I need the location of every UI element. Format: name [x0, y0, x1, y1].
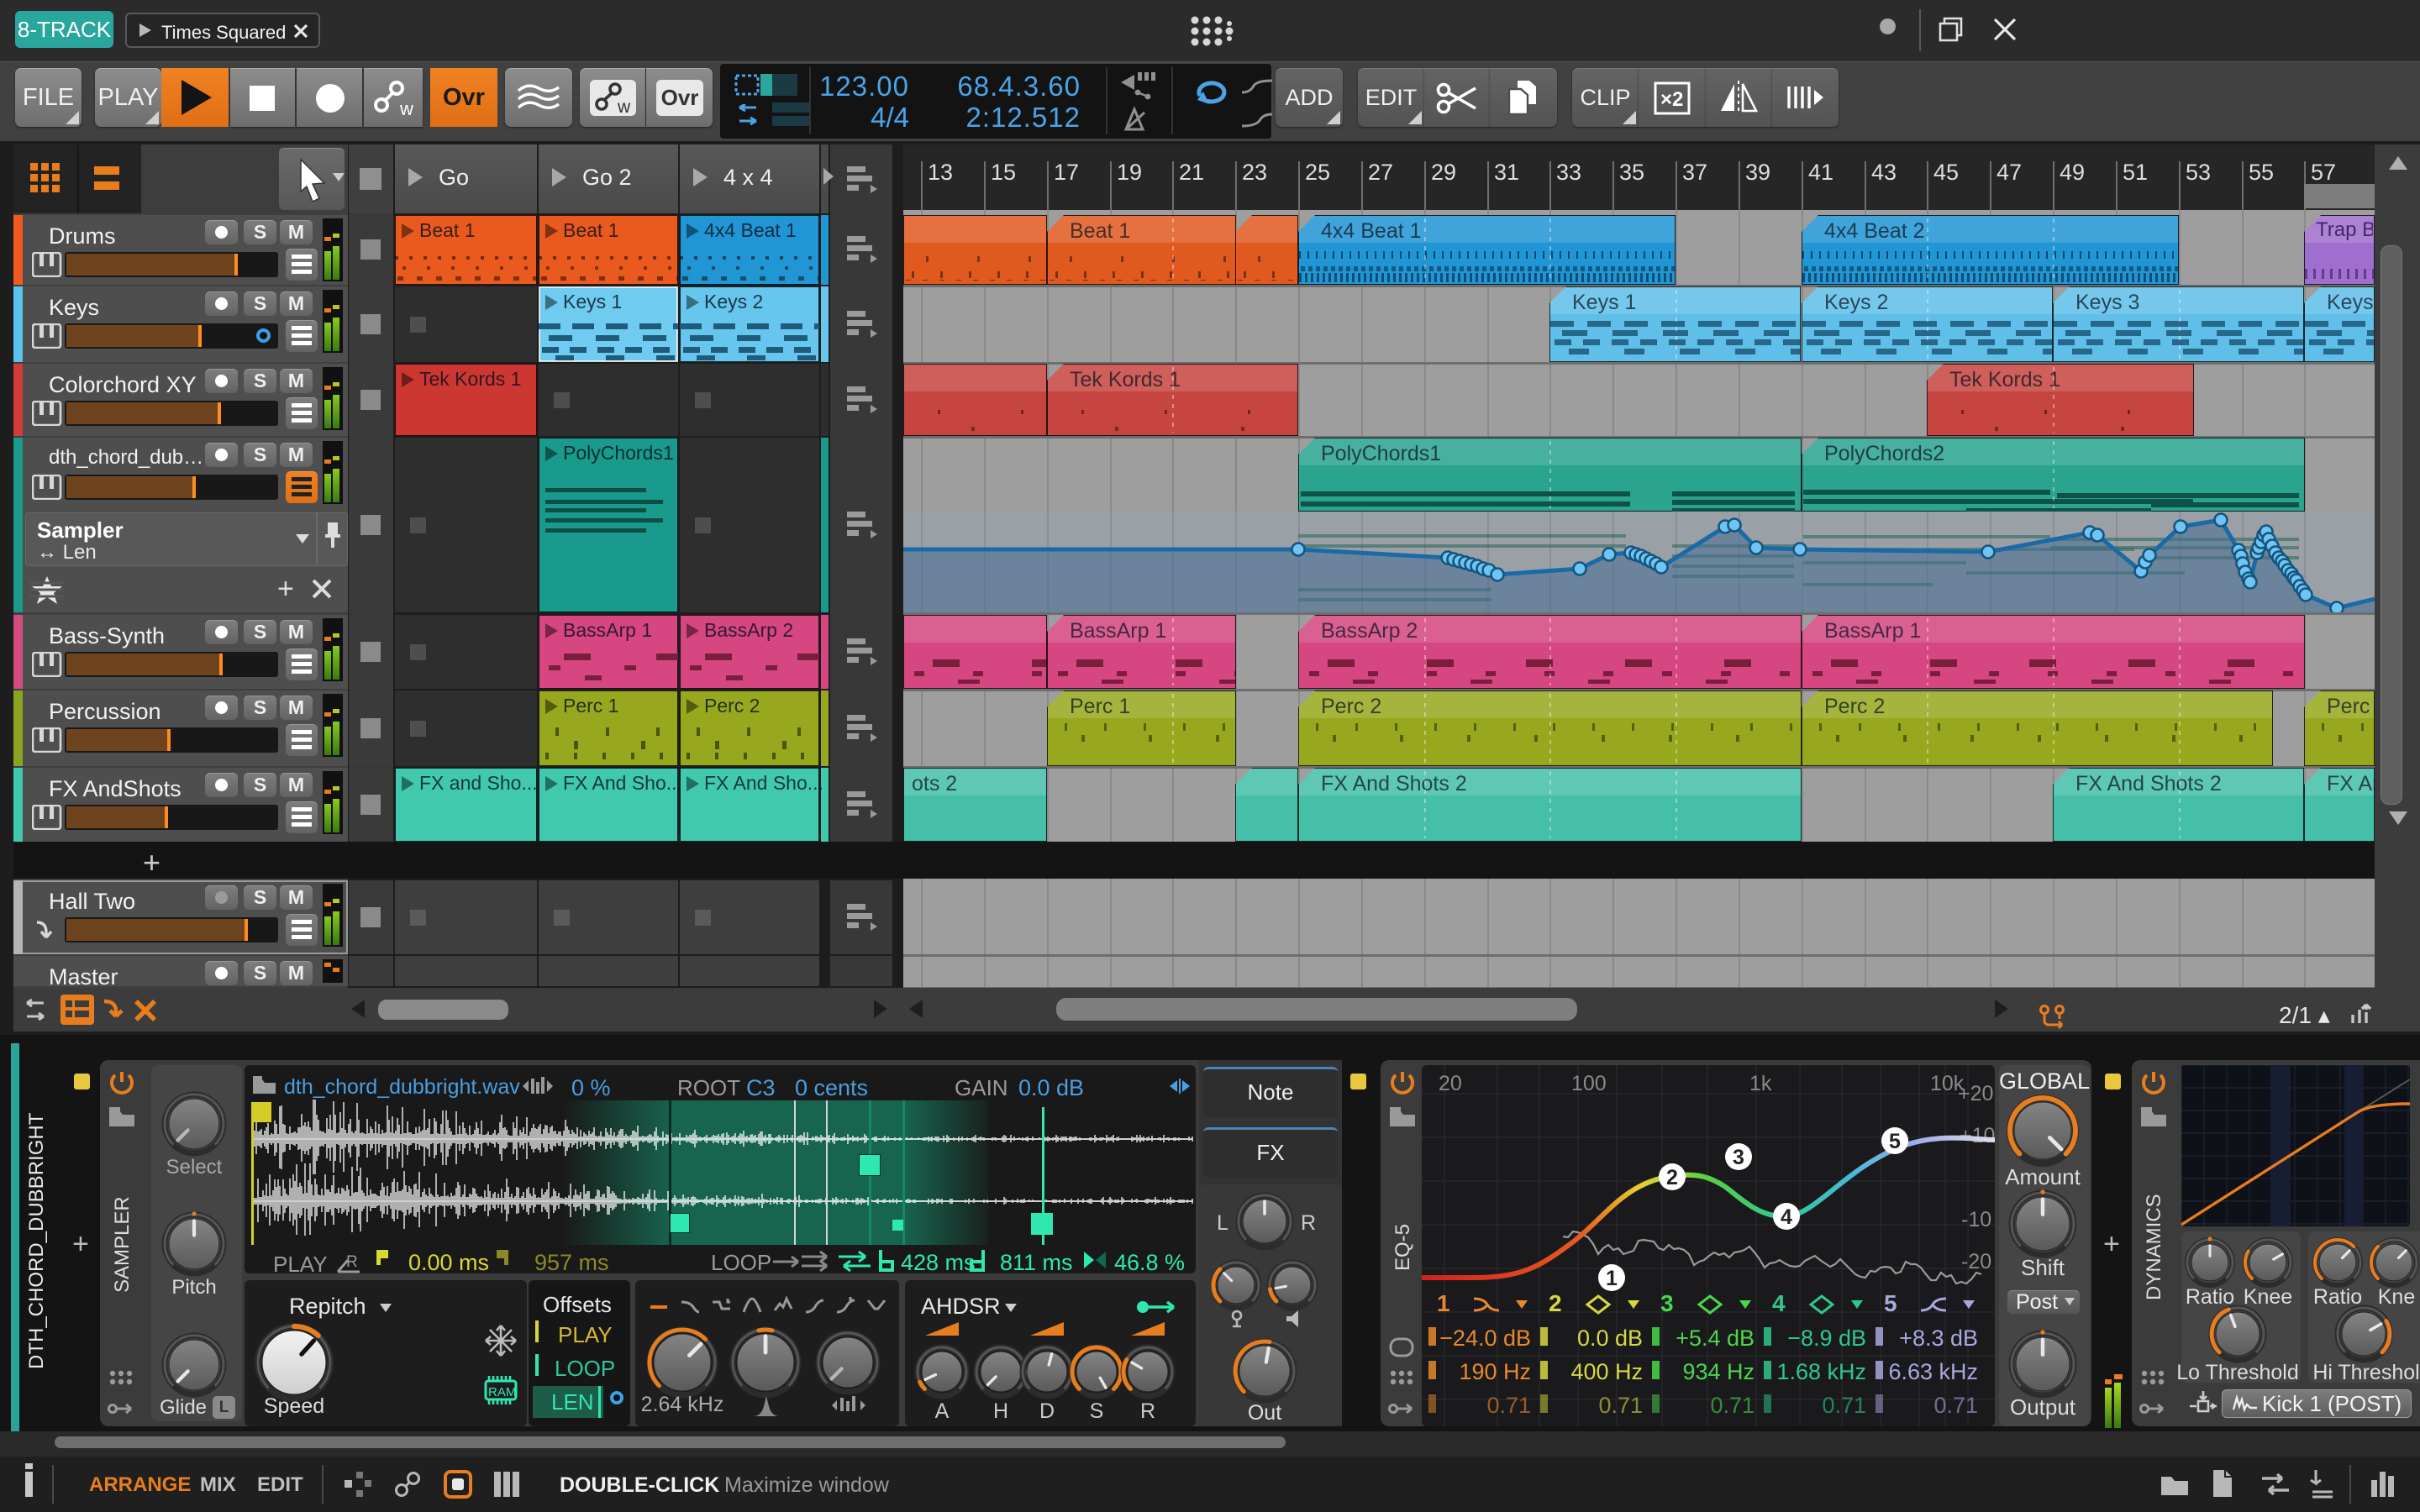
svg-text:-10: -10 — [1961, 1208, 1991, 1231]
svg-text:3: 3 — [1733, 1146, 1744, 1169]
svg-text:1: 1 — [1606, 1267, 1618, 1290]
svg-text:R: R — [346, 1253, 358, 1271]
svg-text:1k: 1k — [1749, 1072, 1772, 1095]
svg-text:2: 2 — [1666, 1166, 1678, 1189]
svg-text:4: 4 — [1781, 1205, 1792, 1229]
svg-text:100: 100 — [1571, 1072, 1607, 1095]
svg-text:-20: -20 — [1961, 1250, 1991, 1273]
svg-text:+20: +20 — [1958, 1082, 1993, 1105]
svg-text:5: 5 — [1889, 1130, 1901, 1153]
svg-text:20: 20 — [1439, 1072, 1462, 1095]
svg-text:RAM: RAM — [488, 1385, 516, 1399]
